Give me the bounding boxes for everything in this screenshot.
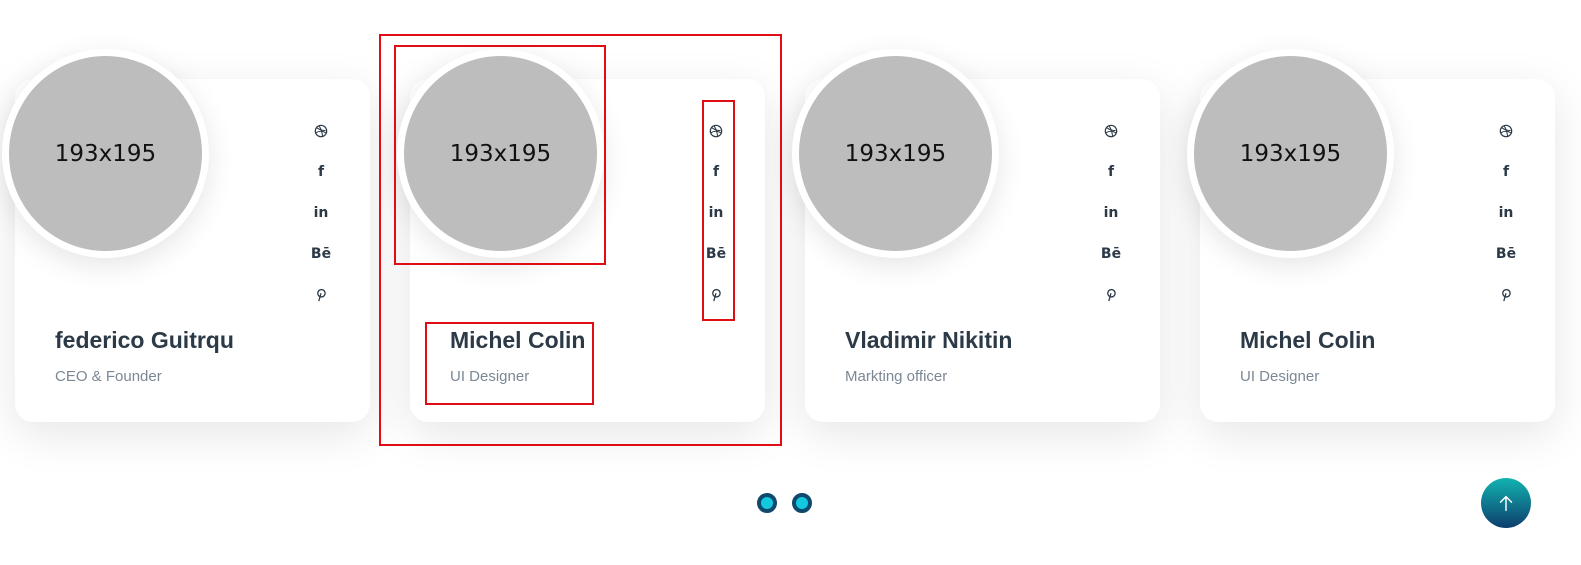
social-links: f in Bē [1495, 119, 1517, 306]
facebook-icon[interactable]: f [713, 160, 719, 183]
social-links: f in Bē [1100, 119, 1122, 306]
pinterest-icon[interactable] [709, 283, 723, 306]
behance-icon[interactable]: Bē [311, 242, 331, 265]
pagination-dot[interactable] [757, 493, 777, 513]
avatar-placeholder-label: 193x195 [449, 140, 552, 167]
avatar: 193x195 [792, 49, 999, 258]
dribbble-icon[interactable] [1499, 119, 1513, 142]
member-name: federico Guitrqu [55, 327, 234, 353]
avatar-placeholder-label: 193x195 [1239, 140, 1342, 167]
member-role: Markting officer [845, 368, 948, 385]
arrow-up-icon [1499, 495, 1513, 512]
dribbble-icon[interactable] [709, 119, 723, 142]
member-role: UI Designer [1240, 368, 1320, 385]
behance-icon[interactable]: Bē [706, 242, 726, 265]
facebook-icon[interactable]: f [1108, 160, 1114, 183]
avatar-placeholder-label: 193x195 [844, 140, 947, 167]
linkedin-icon[interactable]: in [1499, 201, 1514, 224]
member-name: Vladimir Nikitin [845, 327, 1013, 353]
member-role: UI Designer [450, 368, 530, 385]
linkedin-icon[interactable]: in [709, 201, 724, 224]
member-role: CEO & Founder [55, 368, 162, 385]
pinterest-icon[interactable] [314, 283, 328, 306]
facebook-icon[interactable]: f [1503, 160, 1509, 183]
team-card: 193x195 f in Bē Michel Colin UI Designer [1187, 49, 1555, 422]
behance-icon[interactable]: Bē [1101, 242, 1121, 265]
social-links: f in Bē [310, 119, 332, 306]
team-card: 193x195 f in Bē Vladimir Nikitin Marktin… [792, 49, 1160, 422]
avatar: 193x195 [397, 49, 604, 258]
social-links: f in Bē [705, 119, 727, 306]
member-name: Michel Colin [1240, 327, 1376, 353]
avatar: 193x195 [2, 49, 209, 258]
team-carousel: 193x195 f in Bē federico Guitrqu CEO & F… [0, 0, 1581, 565]
dribbble-icon[interactable] [314, 119, 328, 142]
avatar: 193x195 [1187, 49, 1394, 258]
facebook-icon[interactable]: f [318, 160, 324, 183]
member-name: Michel Colin [450, 327, 586, 353]
linkedin-icon[interactable]: in [314, 201, 329, 224]
pinterest-icon[interactable] [1104, 283, 1118, 306]
pinterest-icon[interactable] [1499, 283, 1513, 306]
avatar-placeholder-label: 193x195 [54, 140, 157, 167]
dribbble-icon[interactable] [1104, 119, 1118, 142]
behance-icon[interactable]: Bē [1496, 242, 1516, 265]
team-card: 193x195 f in Bē federico Guitrqu CEO & F… [2, 49, 370, 422]
scroll-to-top-button[interactable] [1481, 478, 1531, 528]
carousel-pagination [757, 493, 812, 513]
linkedin-icon[interactable]: in [1104, 201, 1119, 224]
team-card: 193x195 f in Bē Michel Colin UI Designer [397, 49, 765, 422]
pagination-dot[interactable] [792, 493, 812, 513]
